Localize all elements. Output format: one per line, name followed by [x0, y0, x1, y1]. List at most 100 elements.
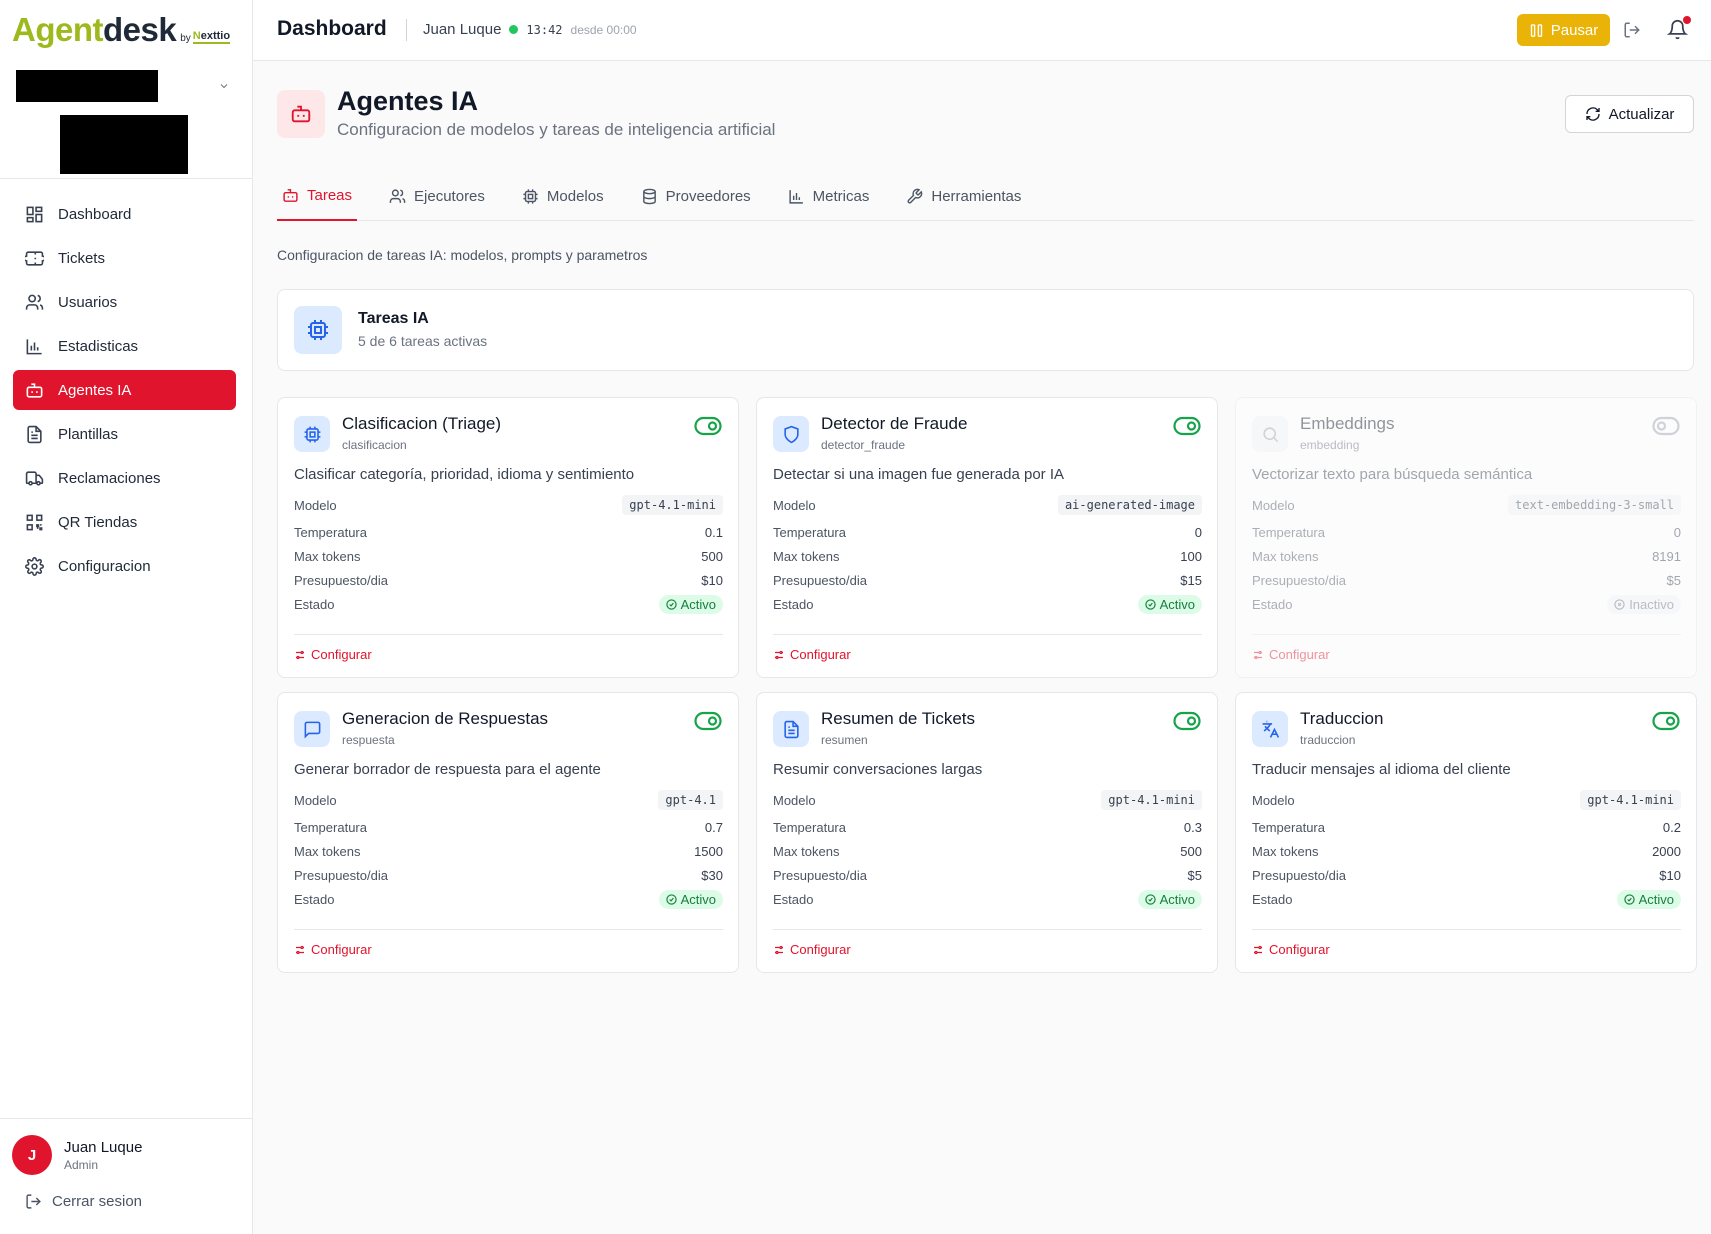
cpu-icon	[294, 416, 330, 452]
log-out-icon	[26, 1194, 41, 1209]
model-value: gpt-4.1-mini	[622, 495, 723, 515]
pause-button[interactable]: Pausar	[1517, 14, 1610, 46]
sidebar-item-estadisticas[interactable]: Estadisticas	[13, 326, 236, 366]
task-toggle[interactable]	[1652, 711, 1680, 731]
tab-tareas[interactable]: Tareas	[277, 172, 358, 221]
divider	[294, 634, 723, 635]
qr-code-icon	[26, 514, 43, 530]
app-logo[interactable]: Agentdesk by Nexttio	[12, 10, 231, 50]
sidebar-item-reclamaciones[interactable]: Reclamaciones	[13, 458, 236, 498]
page-title: Agentes IA	[337, 86, 479, 116]
sidebar-item-label: Plantillas	[58, 425, 119, 443]
task-name: Detector de Fraude	[821, 414, 968, 433]
task-row-max-tokens: Max tokens 100	[773, 548, 1202, 564]
task-row-temperature: Temperatura 0.1	[294, 524, 723, 540]
sidebar-item-plantillas[interactable]: Plantillas	[13, 414, 236, 454]
configure-button[interactable]: Configurar	[294, 942, 372, 957]
summary-subtitle: 5 de 6 tareas activas	[358, 333, 488, 349]
tasks-summary-card: Tareas IA 5 de 6 tareas activas	[277, 289, 1694, 371]
search-icon	[1252, 416, 1288, 452]
budget-value: $15	[1180, 572, 1202, 588]
tab-ejecutores[interactable]: Ejecutores	[384, 172, 490, 221]
status-badge: Activo	[1137, 889, 1202, 909]
divider	[1252, 634, 1681, 635]
sidebar-item-tickets[interactable]: Tickets	[13, 238, 236, 278]
budget-value: $10	[1659, 867, 1681, 883]
max-tokens-value: 500	[1180, 843, 1202, 859]
tasks-description: Configuracion de tareas IA: modelos, pro…	[277, 247, 648, 263]
task-row-budget: Presupuesto/dia $10	[294, 572, 723, 588]
task-name: Traduccion	[1300, 709, 1384, 728]
logout-button[interactable]: Cerrar sesion	[25, 1193, 142, 1210]
tab-metricas[interactable]: Metricas	[783, 172, 875, 221]
task-row-temperature: Temperatura 0.2	[1252, 819, 1681, 835]
task-row-status: Estado Inactivo	[1252, 592, 1681, 616]
sidebar-item-qr-tiendas[interactable]: QR Tiendas	[13, 502, 236, 542]
tab-modelos[interactable]: Modelos	[517, 172, 609, 221]
sidebar-item-label: Dashboard	[58, 205, 132, 223]
configure-button[interactable]: Configurar	[773, 942, 851, 957]
task-slug: clasificacion	[342, 438, 407, 452]
divider	[0, 178, 253, 179]
configure-button[interactable]: Configurar	[1252, 647, 1330, 662]
task-toggle[interactable]	[1173, 416, 1201, 436]
configure-button[interactable]: Configurar	[773, 647, 851, 662]
ticket-icon	[25, 250, 44, 266]
tab-herramientas[interactable]: Herramientas	[901, 172, 1026, 221]
task-description: Traducir mensajes al idioma del cliente	[1252, 761, 1511, 778]
exit-icon[interactable]	[1623, 21, 1641, 39]
bar-chart-icon	[26, 338, 42, 354]
task-description: Clasificar categoría, prioridad, idioma …	[294, 466, 635, 483]
sliders-icon	[1254, 650, 1262, 659]
sidebar-item-label: Tickets	[58, 249, 105, 267]
task-row-model: Modelo ai-generated-image	[773, 490, 1202, 520]
task-row-max-tokens: Max tokens 8191	[1252, 548, 1681, 564]
task-row-max-tokens: Max tokens 500	[773, 843, 1202, 859]
sidebar-item-dashboard[interactable]: Dashboard	[13, 194, 236, 234]
sidebar-nav: Dashboard Tickets Usuarios Estadisticas …	[13, 194, 236, 590]
header-session: Juan Luque 13:42 desde 00:00	[423, 21, 637, 38]
task-slug: embedding	[1300, 438, 1360, 452]
task-card: Traduccion traduccion Traducir mensajes …	[1235, 692, 1697, 973]
sidebar-item-usuarios[interactable]: Usuarios	[13, 282, 236, 322]
model-value: gpt-4.1-mini	[1580, 790, 1681, 810]
task-toggle[interactable]	[694, 711, 722, 731]
task-toggle[interactable]	[694, 416, 722, 436]
redacted-store-logo	[60, 115, 188, 174]
divider	[773, 634, 1202, 635]
bot-icon	[283, 189, 298, 202]
configure-button[interactable]: Configurar	[1252, 942, 1330, 957]
task-name: Embeddings	[1300, 414, 1395, 433]
check-circle-icon	[1144, 893, 1156, 905]
pause-icon	[1530, 23, 1542, 37]
sidebar-item-agentes-ia[interactable]: Agentes IA	[13, 370, 236, 410]
avatar: J	[12, 1135, 52, 1175]
page-subtitle: Configuracion de modelos y tareas de int…	[337, 120, 776, 139]
status-badge: Activo	[658, 594, 723, 614]
refresh-button[interactable]: Actualizar	[1565, 95, 1694, 133]
task-row-max-tokens: Max tokens 500	[294, 548, 723, 564]
notification-dot	[1683, 16, 1691, 24]
task-name: Generacion de Respuestas	[342, 709, 549, 728]
store-selector[interactable]	[12, 68, 240, 104]
task-row-model: Modelo gpt-4.1-mini	[1252, 785, 1681, 815]
sidebar-item-configuracion[interactable]: Configuracion	[13, 546, 236, 586]
tab-proveedores[interactable]: Proveedores	[636, 172, 756, 221]
task-row-model: Modelo text-embedding-3-small	[1252, 490, 1681, 520]
user-profile[interactable]: J Juan Luque Admin	[12, 1135, 142, 1175]
chevron-down-icon	[218, 80, 230, 92]
temperature-value: 0	[1194, 524, 1202, 540]
sliders-icon	[296, 650, 304, 659]
status-badge: Activo	[1137, 594, 1202, 614]
check-circle-icon	[1623, 893, 1635, 905]
divider	[0, 1118, 253, 1119]
task-name: Resumen de Tickets	[821, 709, 976, 728]
dashboard-icon	[26, 206, 43, 222]
toggle-on-icon	[1652, 711, 1680, 731]
task-toggle[interactable]	[1652, 416, 1680, 436]
task-toggle[interactable]	[1173, 711, 1201, 731]
task-row-model: Modelo gpt-4.1	[294, 785, 723, 815]
configure-button[interactable]: Configurar	[294, 647, 372, 662]
task-description: Detectar si una imagen fue generada por …	[773, 466, 1065, 483]
task-card: Embeddings embedding Vectorizar texto pa…	[1235, 397, 1697, 678]
